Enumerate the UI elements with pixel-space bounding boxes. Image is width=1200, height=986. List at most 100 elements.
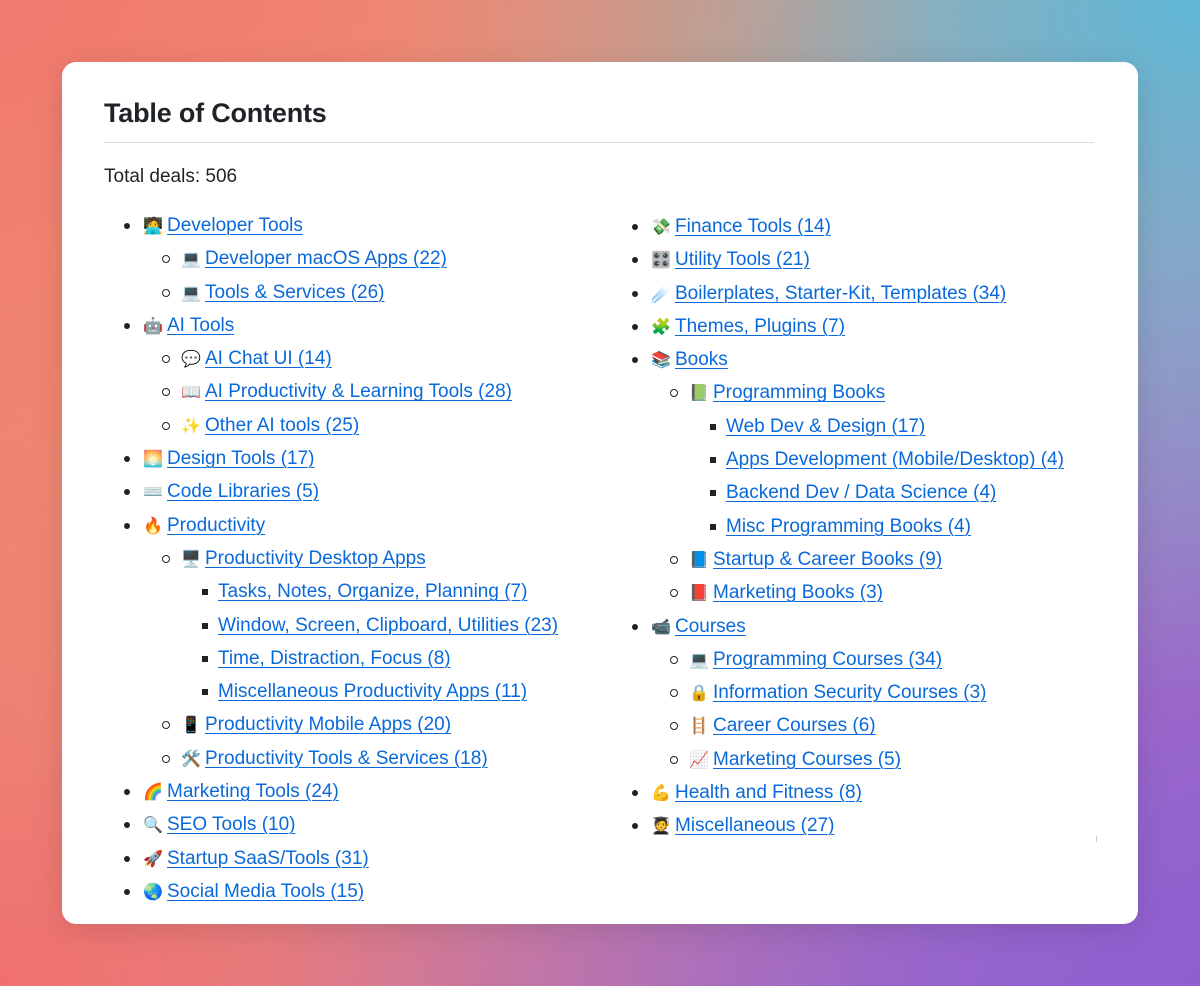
toc-item-misc-programming-books-4: Misc Programming Books (4) [632, 513, 1064, 546]
list-bullet [632, 823, 638, 830]
toc-link-code-libraries-5[interactable]: ⌨️ Code Libraries (5) [142, 481, 319, 502]
toc-link-tasks-notes-organize-planning-7[interactable]: Tasks, Notes, Organize, Planning (7) [218, 581, 527, 602]
toc-link-design-tools-17[interactable]: 🌅 Design Tools (17) [142, 448, 314, 469]
emoji-icon: 💸 [651, 219, 671, 236]
toc-item-developer-macos-apps-22: 💻 Developer macOS Apps (22) [124, 245, 558, 278]
toc-item-other-ai-tools-25: ✨ Other AI tools (25) [124, 412, 558, 445]
list-bullet [710, 423, 716, 430]
toc-item-ai-chat-ui-14: 💬 AI Chat UI (14) [124, 345, 558, 378]
list-bullet [670, 755, 678, 764]
list-bullet [124, 822, 130, 829]
list-bullet [710, 490, 716, 497]
toc-link-productivity-mobile-apps-20[interactable]: 📱 Productivity Mobile Apps (20) [180, 714, 451, 735]
toc-link-label: Developer macOS Apps (22) [205, 248, 447, 270]
toc-link-web-dev-design-17[interactable]: Web Dev & Design (17) [726, 416, 925, 437]
list-bullet [124, 789, 130, 796]
toc-link-programming-courses-34[interactable]: 💻 Programming Courses (34) [688, 649, 942, 670]
toc-link-ai-chat-ui-14[interactable]: 💬 AI Chat UI (14) [180, 348, 332, 369]
toc-item-miscellaneous-27: 🧑‍🎓 Miscellaneous (27) [632, 812, 1064, 845]
toc-link-window-screen-clipboard-utilities-23[interactable]: Window, Screen, Clipboard, Utilities (23… [218, 615, 558, 636]
list-bullet [202, 655, 208, 662]
list-bullet [632, 224, 638, 230]
toc-link-label: Time, Distraction, Focus (8) [218, 647, 451, 669]
list-bullet [632, 357, 638, 364]
emoji-icon: 🚀 [143, 850, 163, 868]
toc-link-developer-tools[interactable]: 🧑‍💻 Developer Tools [142, 215, 303, 236]
emoji-icon: 🔒 [689, 685, 709, 703]
toc-link-label: Miscellaneous Productivity Apps (11) [218, 681, 528, 703]
toc-link-themes-plugins-7[interactable]: 🧩 Themes, Plugins (7) [650, 316, 845, 337]
toc-item-marketing-books-3: 📕 Marketing Books (3) [632, 579, 1064, 612]
toc-link-books[interactable]: 📚 Books [650, 349, 728, 370]
toc-link-label: Other AI tools (25) [205, 414, 360, 436]
toc-link-label: Startup SaaS/Tools (31) [167, 847, 369, 869]
toc-link-productivity-desktop-apps[interactable]: 🖥️ Productivity Desktop Apps [180, 548, 426, 569]
toc-link-health-and-fitness-8[interactable]: 💪 Health and Fitness (8) [650, 782, 862, 803]
list-bullet [670, 655, 678, 664]
toc-link-label: Themes, Plugins (7) [675, 315, 846, 337]
list-bullet [632, 623, 638, 630]
list-bullet [162, 355, 170, 364]
toc-link-utility-tools-21[interactable]: 🎛️ Utility Tools (21) [650, 249, 810, 270]
toc-item-tools-services-26: 💻 Tools & Services (26) [124, 279, 558, 312]
emoji-icon: 📚 [651, 352, 671, 370]
toc-item-utility-tools-21: 🎛️ Utility Tools (21) [632, 246, 1064, 279]
toc-link-marketing-tools-24[interactable]: 🌈 Marketing Tools (24) [142, 781, 339, 802]
emoji-icon: 🔥 [143, 517, 163, 535]
toc-link-developer-macos-apps-22[interactable]: 💻 Developer macOS Apps (22) [180, 248, 447, 269]
toc-link-apps-development-mobile-desktop-4[interactable]: Apps Development (Mobile/Desktop) (4) [726, 449, 1064, 470]
toc-link-seo-tools-10[interactable]: 🔍 SEO Tools (10) [142, 814, 295, 835]
toc-item-programming-books: 📗 Programming Books [632, 379, 1064, 412]
toc-link-startup-saas-tools-31[interactable]: 🚀 Startup SaaS/Tools (31) [142, 848, 369, 869]
toc-link-productivity-tools-services-18[interactable]: 🛠️ Productivity Tools & Services (18) [180, 748, 488, 769]
emoji-icon: 🎛️ [651, 252, 671, 270]
toc-link-marketing-courses-5[interactable]: 📈 Marketing Courses (5) [688, 749, 901, 770]
emoji-icon: 🛠️ [181, 750, 201, 768]
toc-link-miscellaneous-productivity-apps-11[interactable]: Miscellaneous Productivity Apps (11) [218, 681, 527, 702]
toc-link-boilerplates-starter-kit-templates-34[interactable]: ☄️ Boilerplates, Starter-Kit, Templates (… [650, 283, 1006, 304]
toc-link-ai-tools[interactable]: 🤖 AI Tools [142, 315, 234, 336]
toc-link-information-security-courses-3[interactable]: 🔒 Information Security Courses (3) [688, 682, 986, 703]
toc-link-startup-career-books-9[interactable]: 📘 Startup & Career Books (9) [688, 549, 942, 570]
toc-link-miscellaneous-27[interactable]: 🧑‍🎓 Miscellaneous (27) [650, 815, 834, 836]
toc-link-other-ai-tools-25[interactable]: ✨ Other AI tools (25) [180, 415, 359, 436]
toc-link-productivity[interactable]: 🔥 Productivity [142, 515, 265, 536]
toc-link-social-media-tools-15[interactable]: 🌏 Social Media Tools (15) [142, 881, 364, 902]
toc-link-label: Productivity Mobile Apps (20) [205, 714, 452, 736]
toc-link-tools-services-26[interactable]: 💻 Tools & Services (26) [180, 282, 384, 303]
toc-item-productivity-mobile-apps-20: 📱 Productivity Mobile Apps (20) [124, 711, 558, 744]
page-title: Table of Contents [104, 98, 327, 128]
toc-link-label: Books [675, 349, 728, 371]
toc-list-left: 🧑‍💻 Developer Tools 💻 Developer macOS Apps … [124, 212, 558, 911]
toc-item-productivity-tools-services-18: 🛠️ Productivity Tools & Services (18) [124, 745, 558, 778]
emoji-icon: ⌨️ [143, 484, 163, 502]
toc-item-web-dev-design-17: Web Dev & Design (17) [632, 413, 1064, 446]
toc-link-label: Tasks, Notes, Organize, Planning (7) [218, 581, 528, 603]
toc-link-career-courses-6[interactable]: 🪜 Career Courses (6) [688, 715, 876, 736]
emoji-icon: 🤖 [143, 317, 163, 335]
emoji-icon: 💬 [181, 351, 201, 369]
toc-link-label: Health and Fitness (8) [675, 782, 862, 804]
toc-link-backend-dev-data-science-4[interactable]: Backend Dev / Data Science (4) [726, 482, 996, 503]
toc-item-window-screen-clipboard-utilities-23: Window, Screen, Clipboard, Utilities (23… [124, 612, 558, 645]
emoji-icon: 💻 [181, 251, 201, 269]
list-bullet [632, 290, 638, 297]
toc-link-finance-tools-14[interactable]: 💸 Finance Tools (14) [650, 216, 831, 237]
toc-link-label: AI Tools [167, 314, 235, 336]
toc-link-label: Apps Development (Mobile/Desktop) (4) [726, 449, 1064, 471]
toc-item-startup-saas-tools-31: 🚀 Startup SaaS/Tools (31) [124, 845, 558, 878]
toc-link-programming-books[interactable]: 📗 Programming Books [688, 382, 885, 403]
emoji-icon: 🔍 [143, 817, 163, 835]
emoji-icon: 📈 [689, 751, 709, 769]
toc-link-label: Productivity Tools & Services (18) [205, 747, 488, 769]
toc-link-ai-productivity-learning-tools-28[interactable]: 📖 AI Productivity & Learning Tools (28) [180, 381, 512, 402]
toc-link-misc-programming-books-4[interactable]: Misc Programming Books (4) [726, 516, 971, 537]
toc-link-time-distraction-focus-8[interactable]: Time, Distraction, Focus (8) [218, 648, 451, 669]
toc-link-marketing-books-3[interactable]: 📕 Marketing Books (3) [688, 582, 883, 603]
title-divider [104, 142, 1094, 143]
toc-card: Table of Contents Total deals: 506 🧑‍💻 De… [62, 62, 1138, 924]
toc-item-time-distraction-focus-8: Time, Distraction, Focus (8) [124, 645, 558, 678]
toc-item-miscellaneous-productivity-apps-11: Miscellaneous Productivity Apps (11) [124, 678, 558, 711]
toc-link-label: AI Productivity & Learning Tools (28) [205, 381, 512, 403]
toc-link-courses[interactable]: 📹 Courses [650, 616, 746, 637]
